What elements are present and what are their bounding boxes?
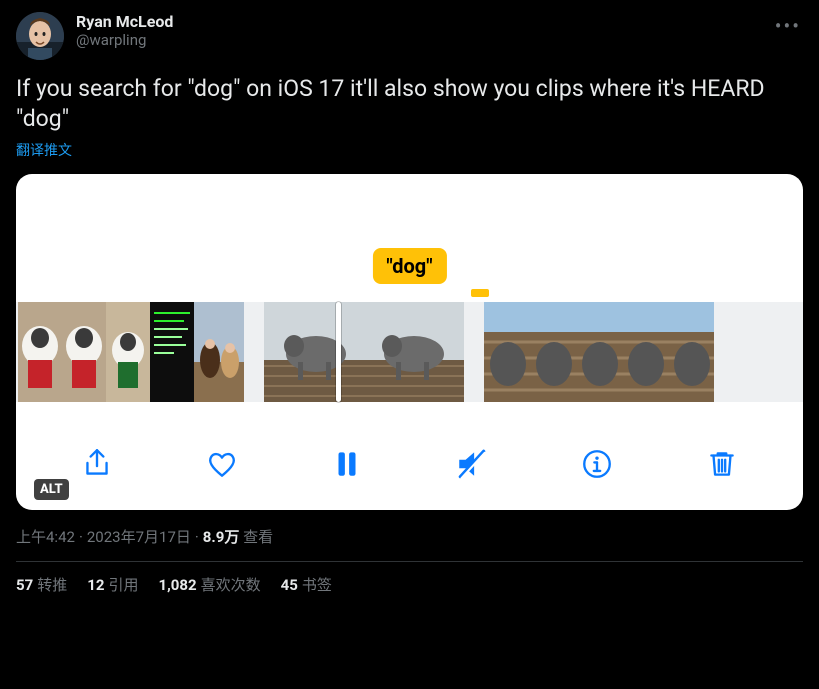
views-count: 8.9万 (203, 528, 240, 546)
bookmarks-stat[interactable]: 45书签 (281, 574, 332, 595)
clip-thumbnail[interactable] (668, 302, 714, 402)
likes-stat[interactable]: 1,082喜欢次数 (158, 574, 260, 595)
clip-thumbnail[interactable] (62, 302, 106, 402)
clip-group (264, 302, 464, 402)
share-icon[interactable] (77, 444, 117, 484)
translate-link[interactable]: 翻译推文 (16, 140, 803, 160)
tweet-container: Ryan McLeod @warpling ••• If you search … (0, 0, 819, 607)
video-timeline[interactable] (16, 302, 803, 402)
author-name: Ryan McLeod (76, 12, 173, 31)
tweet-header: Ryan McLeod @warpling (16, 12, 803, 60)
clip-thumbnail[interactable] (150, 302, 194, 402)
clip-thumbnail[interactable] (106, 302, 150, 402)
trash-icon[interactable] (702, 444, 742, 484)
search-tag-label: "dog" (372, 248, 446, 284)
author-handle: @warpling (76, 31, 173, 49)
quotes-stat[interactable]: 12引用 (87, 574, 138, 595)
mute-icon[interactable] (452, 444, 492, 484)
more-icon[interactable]: ••• (771, 10, 805, 42)
divider (16, 561, 803, 562)
clip-thumbnail[interactable] (194, 302, 244, 402)
clip-thumbnail[interactable] (576, 302, 622, 402)
views-label: 查看 (243, 528, 273, 546)
tweet-time[interactable]: 上午4:42 (16, 528, 75, 546)
clip-thumbnail[interactable] (622, 302, 668, 402)
retweets-stat[interactable]: 57转推 (16, 574, 67, 595)
tweet-date[interactable]: 2023年7月17日 (87, 528, 191, 546)
stats-row: 57转推 12引用 1,082喜欢次数 45书签 (16, 574, 803, 607)
author-block[interactable]: Ryan McLeod @warpling (76, 12, 173, 49)
clip-thumbnail[interactable] (530, 302, 576, 402)
clip-group (484, 302, 714, 402)
clip-thumbnail[interactable] (264, 302, 364, 402)
tweet-meta: 上午4:42·2023年7月17日·8.9万 查看 (16, 526, 803, 547)
clip-thumbnail[interactable] (484, 302, 530, 402)
avatar[interactable] (16, 12, 64, 60)
info-icon[interactable] (577, 444, 617, 484)
tweet-text: If you search for "dog" on iOS 17 it'll … (16, 74, 803, 134)
clip-group (18, 302, 244, 402)
playhead[interactable] (336, 302, 341, 402)
heart-icon[interactable] (202, 444, 242, 484)
clip-thumbnail[interactable] (364, 302, 464, 402)
media-card: "dog" (16, 174, 803, 510)
media-toolbar (16, 444, 803, 484)
timeline-marker (471, 289, 489, 297)
clip-thumbnail[interactable] (18, 302, 62, 402)
pause-icon[interactable] (327, 444, 367, 484)
alt-badge[interactable]: ALT (34, 479, 69, 500)
